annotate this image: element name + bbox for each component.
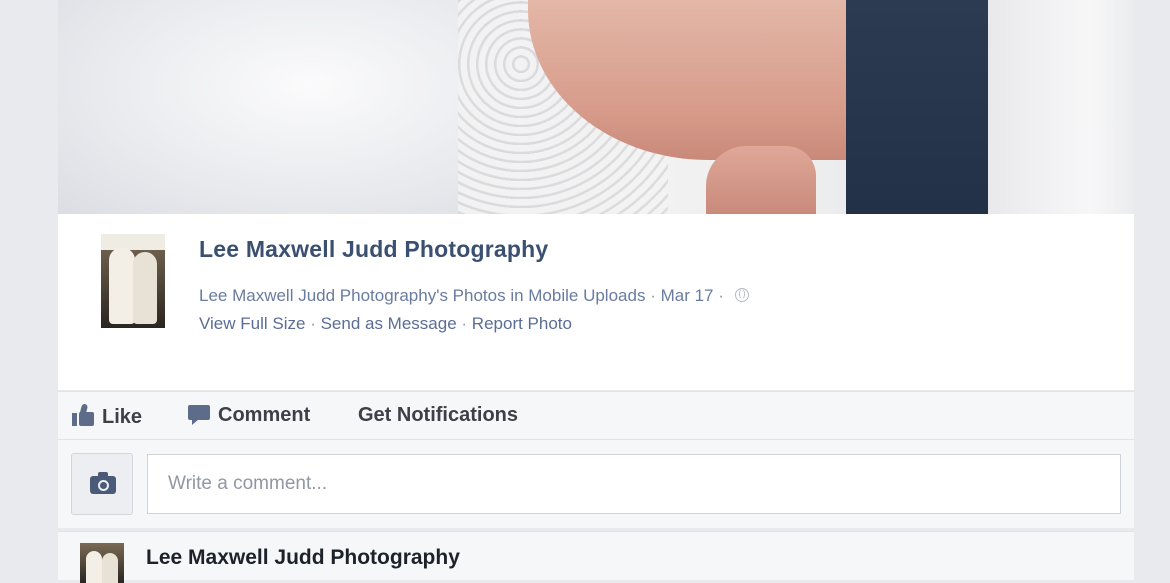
photo-veil bbox=[58, 0, 478, 214]
get-notifications-label: Get Notifications bbox=[358, 404, 519, 426]
photo-info-card: Lee Maxwell Judd Photography Lee Maxwell… bbox=[58, 214, 1134, 390]
separator: · bbox=[650, 286, 661, 305]
post-date[interactable]: Mar 17 bbox=[661, 286, 714, 305]
photo-meta: Lee Maxwell Judd Photography's Photos in… bbox=[199, 286, 749, 306]
send-as-message-link[interactable]: Send as Message bbox=[321, 314, 457, 333]
photo-links: View Full Size · Send as Message · Repor… bbox=[199, 314, 572, 334]
camera-icon bbox=[90, 472, 116, 494]
get-notifications-button[interactable]: Get Notifications bbox=[358, 404, 518, 427]
comment-item: Lee Maxwell Judd Photography bbox=[58, 531, 1134, 583]
separator: · bbox=[461, 314, 472, 333]
speech-bubble-icon bbox=[188, 404, 210, 425]
separator: · bbox=[718, 286, 724, 305]
thumbs-up-icon bbox=[72, 403, 94, 426]
globe-icon[interactable] bbox=[734, 288, 749, 302]
photo-hand bbox=[706, 146, 816, 214]
view-full-size-link[interactable]: View Full Size bbox=[199, 314, 305, 333]
wedding-photo[interactable] bbox=[58, 0, 1134, 214]
like-label: Like bbox=[102, 406, 143, 428]
action-bar: Like Comment Get Notifications bbox=[58, 391, 1134, 440]
page-avatar[interactable] bbox=[101, 234, 165, 328]
report-photo-link[interactable]: Report Photo bbox=[472, 314, 572, 333]
comment-label: Comment bbox=[218, 404, 311, 426]
attach-photo-button[interactable] bbox=[71, 453, 133, 515]
album-link[interactable]: Lee Maxwell Judd Photography's Photos in… bbox=[199, 286, 645, 305]
like-button[interactable]: Like bbox=[72, 403, 143, 429]
separator: · bbox=[310, 314, 321, 333]
comment-button[interactable]: Comment bbox=[188, 404, 310, 427]
comment-author-link[interactable]: Lee Maxwell Judd Photography bbox=[146, 546, 460, 570]
page-name-link[interactable]: Lee Maxwell Judd Photography bbox=[199, 236, 548, 263]
commenter-avatar[interactable] bbox=[80, 543, 124, 583]
comment-input[interactable] bbox=[147, 454, 1121, 514]
comment-composer bbox=[58, 440, 1134, 528]
photo-shirt bbox=[988, 0, 1134, 214]
